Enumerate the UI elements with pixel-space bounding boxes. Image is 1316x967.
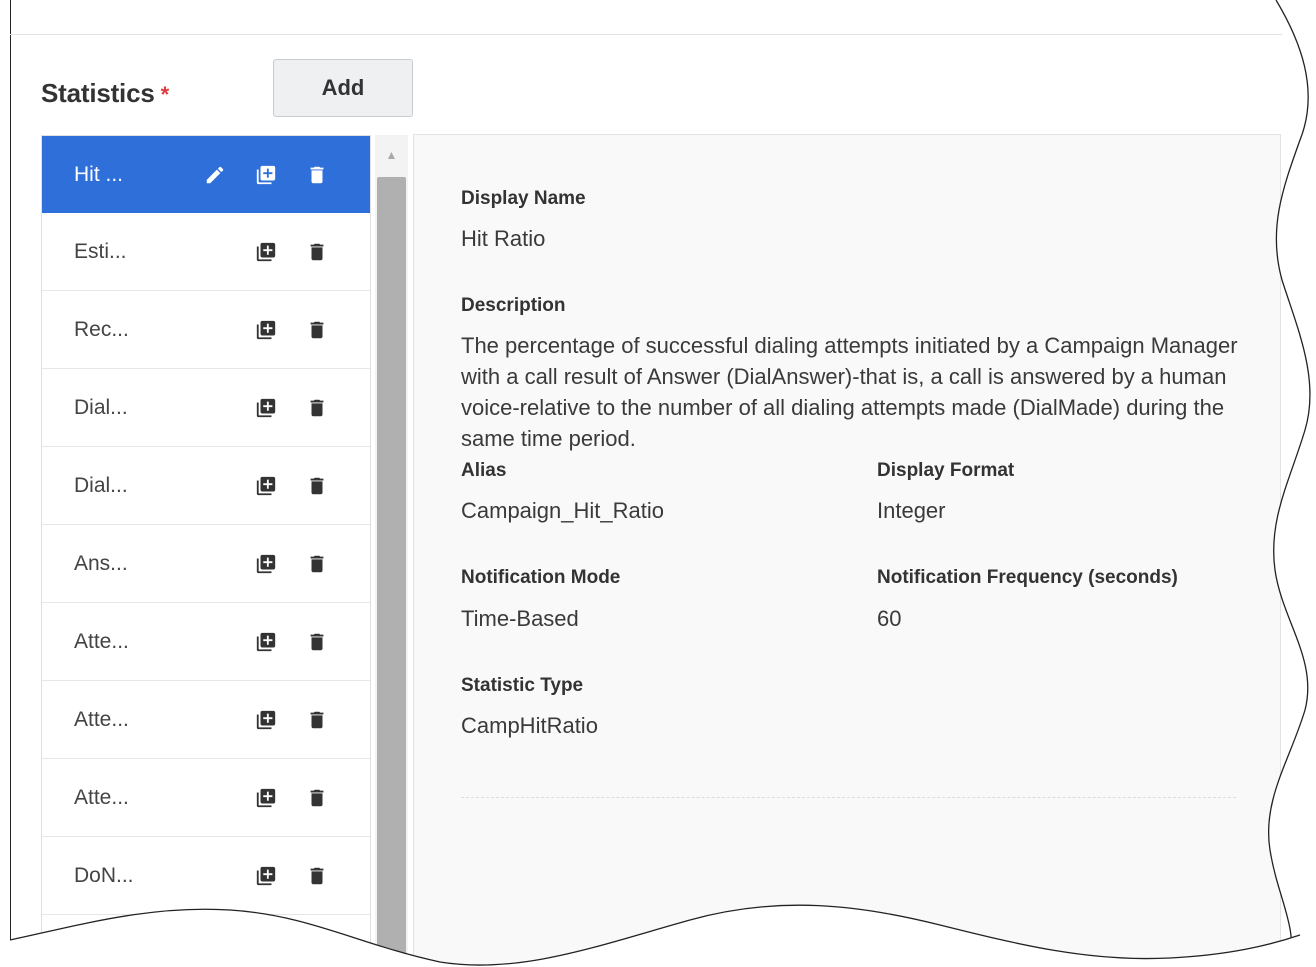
- caret-up-icon[interactable]: ▲: [375, 145, 408, 165]
- list-scrollbar[interactable]: ▲: [375, 135, 408, 967]
- statistic-item-label: DoN...: [74, 863, 134, 887]
- description-label: Description: [461, 295, 566, 316]
- statistic-item-label: Dial...: [74, 395, 128, 419]
- statistics-title: Statistics: [41, 78, 155, 108]
- notification-mode-value: Time-Based: [461, 606, 579, 631]
- copy-icon[interactable]: [253, 863, 279, 889]
- add-button[interactable]: Add: [273, 59, 413, 117]
- notification-mode-label: Notification Mode: [461, 567, 621, 588]
- copy-icon[interactable]: [253, 239, 279, 265]
- trash-icon[interactable]: [304, 162, 330, 188]
- copy-icon[interactable]: [253, 162, 279, 188]
- trash-icon[interactable]: [304, 707, 330, 733]
- trash-icon[interactable]: [304, 473, 330, 499]
- statistic-item-label: Atte...: [74, 707, 129, 731]
- notification-frequency-value: 60: [877, 606, 902, 631]
- statistic-list-item[interactable]: Dial...: [42, 447, 370, 525]
- statistic-list-item[interactable]: Esti...: [42, 213, 370, 291]
- statistic-item-label: Atte...: [74, 785, 129, 809]
- display-format-value: Integer: [877, 498, 946, 523]
- copy-icon[interactable]: [253, 785, 279, 811]
- statistic-list-item[interactable]: Atte...: [42, 603, 370, 681]
- display-format-label: Display Format: [877, 460, 1015, 481]
- description-value: The percentage of successful dialing att…: [461, 333, 1238, 451]
- statistic-item-label: Dial...: [74, 473, 128, 497]
- statistic-item-label: Ans...: [74, 551, 128, 575]
- alias-value: Campaign_Hit_Ratio: [461, 498, 664, 523]
- trash-icon[interactable]: [304, 785, 330, 811]
- copy-icon[interactable]: [253, 551, 279, 577]
- display-name-label: Display Name: [461, 188, 586, 209]
- statistic-list-item[interactable]: DoN...: [42, 837, 370, 915]
- notification-frequency-label: Notification Frequency (seconds): [877, 567, 1178, 588]
- trash-icon[interactable]: [304, 395, 330, 421]
- trash-icon[interactable]: [304, 863, 330, 889]
- statistic-item-label: Esti...: [74, 239, 127, 263]
- pencil-icon[interactable]: [202, 162, 228, 188]
- copy-icon[interactable]: [253, 317, 279, 343]
- statistic-list-item[interactable]: Hit ...: [42, 136, 370, 213]
- statistics-list: Hit ... Esti... Rec... Dial... Dial... Ans...…: [41, 135, 371, 967]
- statistics-heading: Statistics *: [41, 78, 169, 109]
- trash-icon[interactable]: [304, 317, 330, 343]
- statistic-list-item[interactable]: Atte...: [42, 681, 370, 759]
- statistic-item-label: Rec...: [74, 317, 129, 341]
- trash-icon[interactable]: [304, 239, 330, 265]
- statistic-list-item[interactable]: Dial...: [42, 369, 370, 447]
- trash-icon[interactable]: [304, 551, 330, 577]
- copy-icon[interactable]: [253, 395, 279, 421]
- scrollbar-thumb[interactable]: [377, 177, 406, 967]
- statistic-type-label: Statistic Type: [461, 675, 584, 696]
- statistic-list-item[interactable]: Rec...: [42, 291, 370, 369]
- statistic-item-label: Hit ...: [74, 162, 124, 186]
- statistic-item-label: Atte...: [74, 629, 129, 653]
- statistic-details-panel: Display Name Hit Ratio Description The p…: [413, 134, 1281, 967]
- alias-label: Alias: [461, 460, 507, 481]
- required-marker: *: [160, 82, 170, 107]
- statistic-type-value: CampHitRatio: [461, 713, 598, 738]
- statistic-list-item[interactable]: Ans...: [42, 525, 370, 603]
- statistic-list-item[interactable]: Atte...: [42, 759, 370, 837]
- dashed-divider: [461, 797, 1236, 798]
- copy-icon[interactable]: [253, 473, 279, 499]
- copy-icon[interactable]: [253, 629, 279, 655]
- copy-icon[interactable]: [253, 707, 279, 733]
- top-divider: [10, 34, 1282, 35]
- display-name-value: Hit Ratio: [461, 226, 546, 251]
- trash-icon[interactable]: [304, 629, 330, 655]
